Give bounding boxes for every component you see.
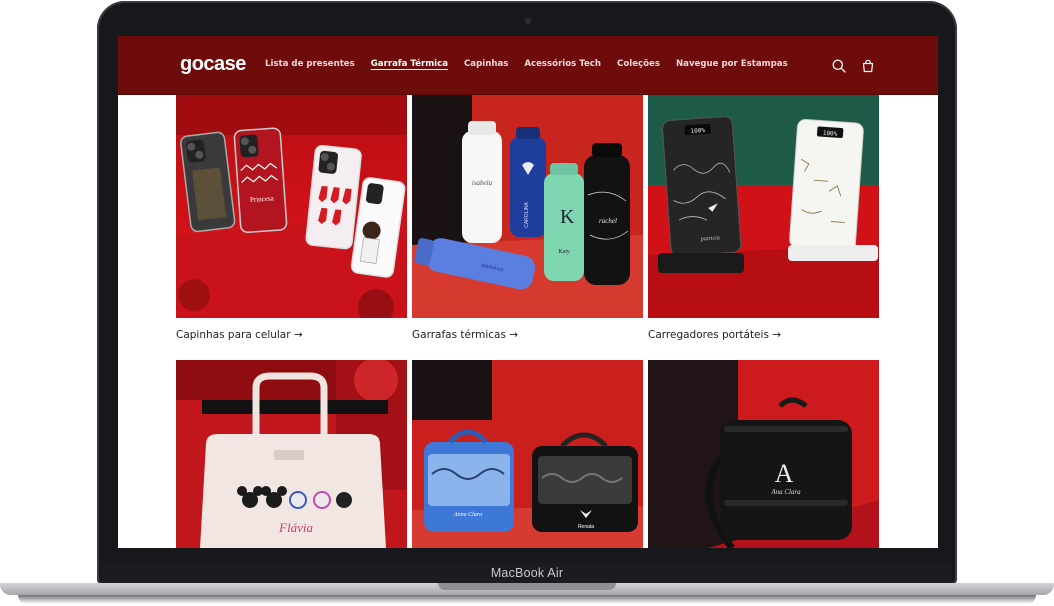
bottle-name-1: isabela	[472, 179, 493, 187]
collection-image-carregadores[interactable]: 100% patricia 100%	[648, 95, 879, 318]
collection-image-capinhas[interactable]: Princesa	[176, 95, 407, 318]
lunch-bag-name: Ana Clara	[770, 488, 801, 496]
charger-display-1: 100%	[690, 127, 705, 135]
cosmetic-bag-name-1: Anna Clara	[453, 512, 482, 518]
collection-title-garrafas[interactable]: Garrafas térmicas →	[412, 329, 518, 341]
bag-name-text: Flávia	[278, 520, 313, 535]
collection-image-bolsas[interactable]: Flávia	[176, 360, 407, 548]
collection-title-carregadores[interactable]: Carregadores portáteis →	[648, 329, 781, 341]
browser-screen: gocase Lista de presentes Garrafa Térmic…	[118, 36, 938, 548]
nav-item-navegue-por-estampas[interactable]: Navegue por Estampas	[676, 59, 788, 69]
nav-item-colecoes[interactable]: Coleções	[617, 59, 660, 69]
charger-display-2: 100%	[823, 130, 838, 138]
search-icon[interactable]	[831, 58, 847, 74]
site-header: gocase Lista de presentes Garrafa Térmic…	[118, 36, 938, 95]
collection-image-necessaires[interactable]: Anna Clara Renata	[412, 360, 643, 548]
laptop-notch	[438, 583, 616, 590]
camera	[525, 18, 531, 24]
nav-item-capinhas[interactable]: Capinhas	[464, 59, 508, 69]
collection-title-capinhas[interactable]: Capinhas para celular →	[176, 329, 303, 341]
laptop-label: MacBook Air	[490, 566, 564, 580]
cosmetic-bag-name-2: Renata	[578, 524, 594, 530]
laptop-shadow	[18, 595, 1036, 604]
bottle-name-2: CAROLINA	[524, 202, 530, 228]
nav-item-garrafa-termica[interactable]: Garrafa Térmica	[371, 59, 448, 69]
main-nav: Lista de presentes Garrafa Térmica Capin…	[265, 59, 788, 69]
nav-item-lista-de-presentes[interactable]: Lista de presentes	[265, 59, 355, 69]
nav-item-acessorios-tech[interactable]: Acessórios Tech	[524, 59, 601, 69]
lunch-bag-monogram: A	[775, 459, 794, 488]
collection-image-garrafas[interactable]: isabela CAROLINA K Katy rachel MARIANA	[412, 95, 643, 318]
logo[interactable]: gocase	[180, 53, 246, 76]
collection-image-lancheiras[interactable]: A Ana Clara	[648, 360, 879, 548]
bottle-monogram: K	[560, 206, 575, 228]
case-name-text: Princesa	[250, 194, 275, 204]
cart-icon[interactable]	[860, 58, 876, 74]
bottle-name-3: Katy	[557, 249, 570, 255]
bottle-name-4: rachel	[599, 217, 617, 225]
